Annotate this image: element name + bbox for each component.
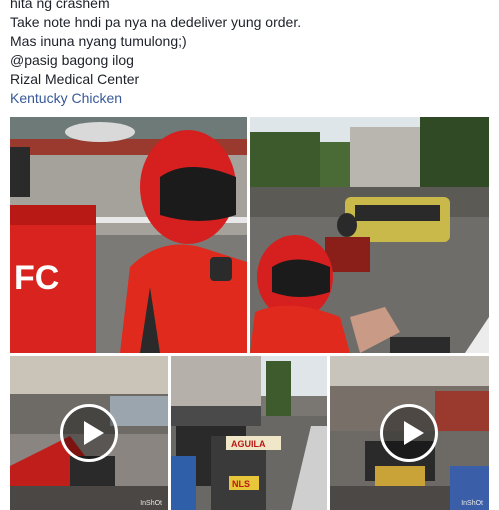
plate-number: NLS xyxy=(232,479,250,489)
kfc-box-logo: FC xyxy=(14,259,59,297)
photo-street-jeepney[interactable] xyxy=(250,117,489,353)
post-line: Rizal Medical Center xyxy=(10,71,140,87)
tagged-page-link[interactable]: Kentucky Chicken xyxy=(10,89,490,108)
play-icon[interactable] xyxy=(60,404,118,462)
watermark: InShOt xyxy=(140,500,162,507)
street-jeepney-image xyxy=(250,117,489,353)
watermark: InShOt xyxy=(461,500,483,507)
post-text: hita ng crashem Take note hndi pa nya na… xyxy=(10,0,490,108)
photo-grid: FC InShOt AGUILA NLS InShOt xyxy=(10,117,489,510)
video-thumbnail-2[interactable]: AGUILA NLS xyxy=(171,356,327,510)
post-line: hita ng crashem xyxy=(10,0,110,11)
video-thumbnail-3[interactable]: InShOt xyxy=(330,356,489,510)
post-line: Mas inuna nyang tumulong;) xyxy=(10,33,187,49)
video-frame-2-image: AGUILA NLS xyxy=(171,356,327,510)
post-line: Take note hndi pa nya na dedeliver yung … xyxy=(10,14,302,30)
rider-selfie-image: FC xyxy=(10,117,247,353)
post-line: @pasig bagong ilog xyxy=(10,52,134,68)
video-thumbnail-1[interactable]: InShOt xyxy=(10,356,168,510)
tricycle-sign: AGUILA xyxy=(231,439,266,449)
photo-rider-selfie[interactable]: FC xyxy=(10,117,247,353)
play-icon[interactable] xyxy=(380,404,438,462)
